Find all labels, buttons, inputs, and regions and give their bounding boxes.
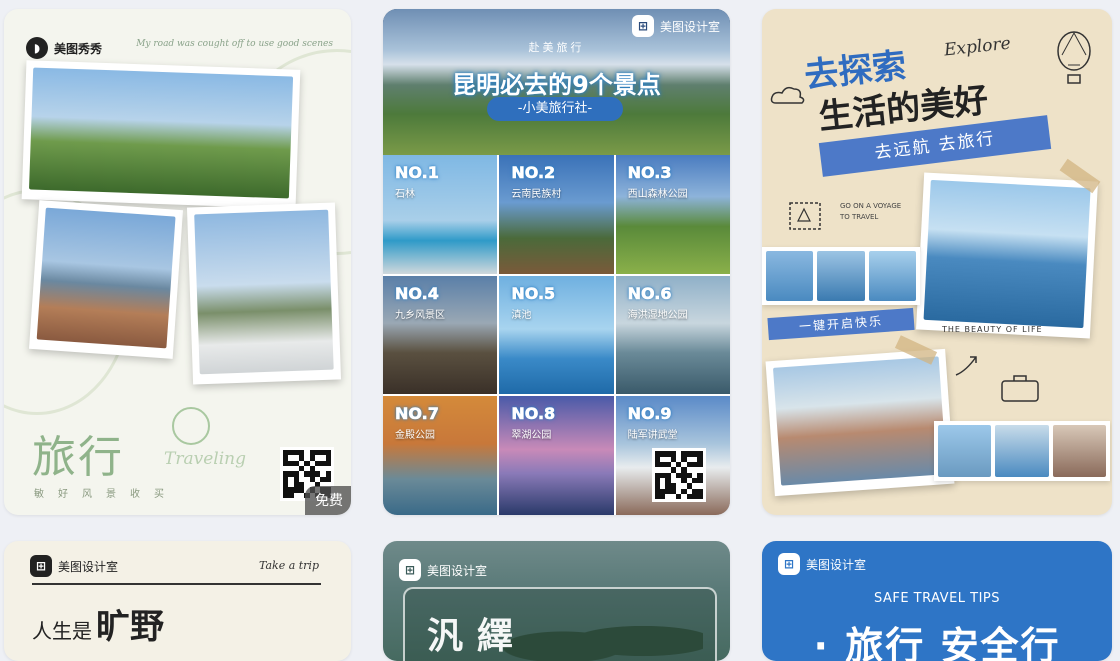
spot-tile: NO.4 九乡风景区 <box>383 275 498 395</box>
brand-label: ⊞ 美图设计室 <box>399 559 487 581</box>
spots-grid: NO.1 石林 NO.2 云南民族村 NO.3 西山森林公园 NO.4 九乡风景… <box>383 155 730 515</box>
brand-name: 美图设计室 <box>806 557 867 572</box>
voyage-caption: GO ON A VOYAGE TO TRAVEL <box>840 202 902 221</box>
brand-label: ⊞ 美图设计室 <box>30 555 118 577</box>
template-card-kunming-spots[interactable]: ⊞ 美图设计室 赴美旅行 昆明必去的9个景点 -小美旅行社- NO.1 石林 N… <box>383 9 730 515</box>
film-strip <box>762 247 920 305</box>
beauty-caption: THE BEAUTY OF LIFE <box>942 325 1043 334</box>
brand-name: 美图设计室 <box>427 563 488 578</box>
arrow-doodle-icon <box>955 356 977 376</box>
spot-tile: NO.2 云南民族村 <box>499 155 614 274</box>
photo-frame <box>765 348 955 497</box>
woman-boat-photo <box>923 179 1091 329</box>
spot-number: NO.3 <box>627 163 672 183</box>
poster-title: · 旅行 安全行 <box>813 624 1061 661</box>
dome-building-photo <box>194 209 334 375</box>
spot-tile: NO.9 陆军讲武堂 <box>615 396 730 515</box>
cloud-sun-icon <box>770 86 805 104</box>
film-strip <box>934 421 1110 481</box>
poster-explore-word: Explore <box>943 33 1012 61</box>
film-frame-photo <box>868 251 916 301</box>
take-a-trip-caption: Take a trip <box>258 559 319 572</box>
meitu-design-logo-icon: ⊞ <box>778 553 800 575</box>
meitu-design-logo-icon: ⊞ <box>631 15 654 37</box>
photo-frame <box>28 200 184 359</box>
spot-name: 石林 <box>395 189 415 200</box>
spot-number: NO.1 <box>395 163 439 183</box>
spot-number: NO.4 <box>395 283 439 303</box>
photo-frame <box>21 60 301 209</box>
template-card-green-forest[interactable]: ⊞ 美图设计室 汎繹 <box>383 541 730 661</box>
spot-number: NO.5 <box>511 283 556 303</box>
film-frame-photo <box>995 425 1049 477</box>
spot-name: 金殿公园 <box>395 430 435 442</box>
spot-tile: NO.8 翠湖公园 <box>499 396 614 515</box>
brand-label: ⊞ 美图设计室 <box>631 15 720 37</box>
brand-label: ◗ 美图秀秀 <box>26 37 102 59</box>
spot-number: NO.9 <box>627 404 672 424</box>
spot-name: 海洪湿地公园 <box>627 309 688 321</box>
forest-photo <box>503 611 703 661</box>
poster-title: 旅行 <box>32 432 124 483</box>
poster-quote: 人生是 旷野 <box>32 599 164 648</box>
poster-title: 昆明必去的9个景点 <box>452 71 661 99</box>
meitu-design-logo-icon: ⊞ <box>399 559 421 581</box>
brand-label: ⊞ 美图设计室 <box>778 553 866 575</box>
sun-doodle-icon <box>172 407 210 445</box>
spot-name: 翠湖公园 <box>511 430 552 442</box>
film-frame-photo <box>1052 425 1106 477</box>
mother-child-photo <box>772 356 947 486</box>
spot-name: 陆军讲武堂 <box>627 430 678 442</box>
agency-pill: -小美旅行社- <box>487 97 623 121</box>
spot-tile: NO.3 西山森林公园 <box>615 155 730 274</box>
photo-frame <box>186 202 342 385</box>
spot-name: 九乡风景区 <box>395 309 445 321</box>
film-frame-photo <box>817 251 865 301</box>
meitu-logo-icon: ◗ <box>26 37 48 59</box>
film-frame-photo <box>938 425 992 477</box>
safe-travel-tips-caption: SAFE TRAVEL TIPS <box>873 591 1001 606</box>
quote-part-b: 旷野 <box>96 607 164 647</box>
film-frame-photo <box>766 251 814 301</box>
coastal-tree-photo <box>29 67 294 199</box>
template-card-life-wilderness[interactable]: ⊞ 美图设计室 Take a trip 人生是 旷野 <box>4 541 351 661</box>
quote-part-a: 人生是 <box>32 619 92 643</box>
spot-name: 西山森林公园 <box>627 189 688 200</box>
spot-tile: NO.1 石林 <box>383 155 498 274</box>
handwritten-caption: My road was cought off to use good scene… <box>136 39 333 49</box>
poster-joy-ribbon: 一键开启快乐 <box>767 307 915 341</box>
poster-calligraphy-title: 汎繹 <box>427 616 528 657</box>
meitu-design-logo-icon: ⊞ <box>30 555 52 577</box>
stamp-icon <box>789 202 821 230</box>
template-card-explore-life[interactable]: 去探索 Explore 生活的美好 去远航 去旅行 GO ON A VOYAGE… <box>762 9 1112 515</box>
qr-code-icon <box>651 448 706 503</box>
poster-subtitle: Traveling <box>164 449 246 469</box>
spot-number: NO.2 <box>511 163 556 183</box>
brand-name: 美图设计室 <box>58 559 119 574</box>
poster-kicker: 赴美旅行 <box>528 41 585 54</box>
luggage-icon <box>1001 375 1039 402</box>
spot-tile: NO.6 海洪湿地公园 <box>615 275 730 395</box>
harbor-city-photo <box>36 207 176 349</box>
brand-name: 美图秀秀 <box>54 41 103 56</box>
divider <box>32 583 321 585</box>
spot-tile: NO.5 滇池 <box>499 275 614 395</box>
spot-number: NO.6 <box>627 283 672 303</box>
spot-name: 云南民族村 <box>511 189 562 200</box>
spot-number: NO.8 <box>511 404 556 424</box>
hot-air-balloon-icon <box>1057 31 1091 84</box>
brand-name: 美图设计室 <box>659 19 720 34</box>
spot-number: NO.7 <box>395 404 439 424</box>
free-badge: 免费 <box>305 486 351 515</box>
template-card-travel-scrapbook[interactable]: ◗ 美图秀秀 My road was cought off to use goo… <box>4 9 351 515</box>
spot-tile: NO.7 金殿公园 <box>383 396 498 515</box>
spot-name: 滇池 <box>511 309 532 321</box>
photo-frame <box>916 172 1098 339</box>
poster-tagline: 敏好风景收买 <box>34 489 178 500</box>
template-card-safe-travel[interactable]: ⊞ 美图设计室 SAFE TRAVEL TIPS · 旅行 安全行 <box>762 541 1112 661</box>
